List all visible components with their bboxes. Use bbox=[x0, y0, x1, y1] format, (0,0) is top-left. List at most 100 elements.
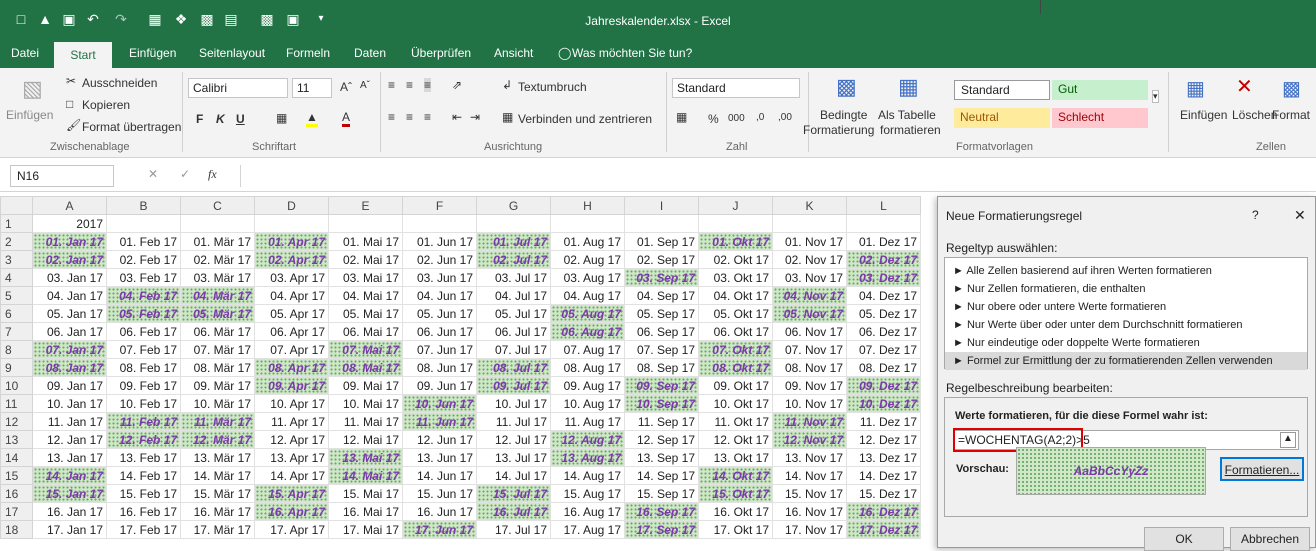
column-header-c[interactable]: C bbox=[180, 196, 255, 215]
format-painter-button[interactable]: Format übertragen bbox=[82, 120, 181, 134]
rule-type-item[interactable]: ► Nur Werte über oder unter dem Durchsch… bbox=[945, 316, 1307, 334]
cell[interactable]: 14. Aug 17 bbox=[550, 466, 625, 485]
row-header[interactable]: 5 bbox=[0, 286, 33, 305]
cell[interactable]: 17. Aug 17 bbox=[550, 520, 625, 539]
cell[interactable]: 11. Aug 17 bbox=[550, 412, 625, 431]
cell[interactable]: 13. Nov 17 bbox=[772, 448, 847, 467]
cell[interactable]: 02. Jun 17 bbox=[402, 250, 477, 269]
cell[interactable]: 13. Mär 17 bbox=[180, 448, 255, 467]
rule-type-item[interactable]: ► Alle Zellen basierend auf ihren Werten… bbox=[945, 262, 1307, 280]
name-box[interactable]: N16 bbox=[10, 165, 114, 187]
cell[interactable] bbox=[402, 214, 477, 233]
cell[interactable]: 09. Jan 17 bbox=[32, 376, 107, 395]
cell[interactable]: 13. Apr 17 bbox=[254, 448, 329, 467]
paste-icon[interactable]: ▧ bbox=[22, 76, 43, 102]
cell[interactable] bbox=[106, 214, 181, 233]
tab-ueberpruefen[interactable]: Überprüfen bbox=[411, 46, 471, 60]
cell[interactable]: 10. Jul 17 bbox=[476, 394, 551, 413]
tab-formeln[interactable]: Formeln bbox=[286, 46, 330, 60]
cell[interactable]: 10. Mär 17 bbox=[180, 394, 255, 413]
cell[interactable]: 14. Apr 17 bbox=[254, 466, 329, 485]
cell[interactable]: 07. Jun 17 bbox=[402, 340, 477, 359]
cell[interactable]: 03. Okt 17 bbox=[698, 268, 773, 287]
confirm-entry-icon[interactable]: ✓ bbox=[180, 167, 190, 181]
style-standard[interactable]: Standard bbox=[954, 80, 1050, 100]
cell[interactable]: 14. Jun 17 bbox=[402, 466, 477, 485]
cell[interactable]: 10. Mai 17 bbox=[328, 394, 403, 413]
cell[interactable]: 15. Feb 17 bbox=[106, 484, 181, 503]
rule-type-item-selected[interactable]: ► Formel zur Ermittlung der zu formatier… bbox=[945, 352, 1307, 370]
cell[interactable]: 12. Jun 17 bbox=[402, 430, 477, 449]
grow-font-icon[interactable]: Aˆ bbox=[340, 80, 352, 94]
cell[interactable]: 11. Okt 17 bbox=[698, 412, 773, 431]
weekend-cell[interactable]: 02. Apr 17 bbox=[254, 250, 329, 269]
cell[interactable]: 04. Sep 17 bbox=[624, 286, 699, 305]
formula-input[interactable] bbox=[240, 165, 1310, 187]
row-header[interactable]: 7 bbox=[0, 322, 33, 341]
font-color-icon[interactable]: A bbox=[342, 110, 351, 127]
cell[interactable]: 04. Jan 17 bbox=[32, 286, 107, 305]
cell[interactable]: 15. Dez 17 bbox=[846, 484, 921, 503]
cell[interactable]: 17. Nov 17 bbox=[772, 520, 847, 539]
cell[interactable]: 15. Nov 17 bbox=[772, 484, 847, 503]
cell[interactable]: 04. Jul 17 bbox=[476, 286, 551, 305]
cell[interactable]: 03. Feb 17 bbox=[106, 268, 181, 287]
cell[interactable]: 14. Sep 17 bbox=[624, 466, 699, 485]
weekend-cell[interactable]: 03. Dez 17 bbox=[846, 268, 921, 287]
cell[interactable]: 06. Apr 17 bbox=[254, 322, 329, 341]
cell[interactable]: 13. Feb 17 bbox=[106, 448, 181, 467]
format-cells-button[interactable]: Format bbox=[1272, 108, 1310, 122]
cell[interactable]: 15. Aug 17 bbox=[550, 484, 625, 503]
cell[interactable]: 16. Mär 17 bbox=[180, 502, 255, 521]
style-schlecht[interactable]: Schlecht bbox=[1052, 108, 1148, 128]
cell[interactable]: 06. Jan 17 bbox=[32, 322, 107, 341]
cell[interactable]: 17. Feb 17 bbox=[106, 520, 181, 539]
ok-button[interactable]: OK bbox=[1144, 527, 1224, 551]
weekend-cell[interactable]: 07. Jan 17 bbox=[32, 340, 107, 359]
weekend-cell[interactable]: 07. Mai 17 bbox=[328, 340, 403, 359]
cell[interactable]: 04. Mai 17 bbox=[328, 286, 403, 305]
fill-color-icon[interactable]: ▲ bbox=[306, 110, 318, 127]
weekend-cell[interactable]: 05. Feb 17 bbox=[106, 304, 181, 323]
column-header-g[interactable]: G bbox=[476, 196, 551, 215]
increase-decimal-button[interactable]: ,0 bbox=[756, 112, 764, 123]
cell[interactable]: 09. Nov 17 bbox=[772, 376, 847, 395]
cell[interactable]: 15. Mai 17 bbox=[328, 484, 403, 503]
cell[interactable]: 09. Okt 17 bbox=[698, 376, 773, 395]
cell[interactable]: 05. Sep 17 bbox=[624, 304, 699, 323]
weekend-cell[interactable]: 14. Okt 17 bbox=[698, 466, 773, 485]
select-all-corner[interactable] bbox=[0, 196, 33, 215]
column-header-k[interactable]: K bbox=[772, 196, 847, 215]
cell[interactable]: 01. Dez 17 bbox=[846, 232, 921, 251]
cell[interactable]: 11. Dez 17 bbox=[846, 412, 921, 431]
cell[interactable]: 12. Okt 17 bbox=[698, 430, 773, 449]
worksheet-grid[interactable]: ABCDEFGHIJKL 1 2017 2 01. Jan 17 01. Feb 17 0… bbox=[0, 196, 935, 548]
cell[interactable]: 09. Jun 17 bbox=[402, 376, 477, 395]
row-header[interactable]: 14 bbox=[0, 448, 33, 467]
cell[interactable]: 15. Jun 17 bbox=[402, 484, 477, 503]
cell[interactable]: 07. Mär 17 bbox=[180, 340, 255, 359]
cell[interactable]: 05. Jun 17 bbox=[402, 304, 477, 323]
weekend-cell[interactable]: 16. Sep 17 bbox=[624, 502, 699, 521]
weekend-cell[interactable]: 12. Nov 17 bbox=[772, 430, 847, 449]
cell[interactable]: 13. Jan 17 bbox=[32, 448, 107, 467]
insert-cells-button[interactable]: Einfügen bbox=[1180, 108, 1227, 122]
wrap-text-button[interactable]: Textumbruch bbox=[518, 80, 587, 94]
cell[interactable]: 13. Jun 17 bbox=[402, 448, 477, 467]
cell[interactable]: 10. Okt 17 bbox=[698, 394, 773, 413]
cell[interactable]: 05. Jan 17 bbox=[32, 304, 107, 323]
weekend-cell[interactable]: 14. Mai 17 bbox=[328, 466, 403, 485]
weekend-cell[interactable]: 08. Okt 17 bbox=[698, 358, 773, 377]
weekend-cell[interactable]: 08. Jan 17 bbox=[32, 358, 107, 377]
weekend-cell[interactable]: 12. Feb 17 bbox=[106, 430, 181, 449]
weekend-cell[interactable]: 10. Dez 17 bbox=[846, 394, 921, 413]
row-header[interactable]: 13 bbox=[0, 430, 33, 449]
cell[interactable]: 01. Nov 17 bbox=[772, 232, 847, 251]
tab-datei[interactable]: Datei bbox=[11, 46, 39, 60]
orientation-icon[interactable]: ⇗ bbox=[452, 78, 462, 92]
cell[interactable]: 14. Feb 17 bbox=[106, 466, 181, 485]
row-header[interactable]: 4 bbox=[0, 268, 33, 287]
cell[interactable]: 03. Nov 17 bbox=[772, 268, 847, 287]
conditional-format-line1[interactable]: Bedingte bbox=[820, 108, 867, 122]
row-header[interactable]: 12 bbox=[0, 412, 33, 431]
